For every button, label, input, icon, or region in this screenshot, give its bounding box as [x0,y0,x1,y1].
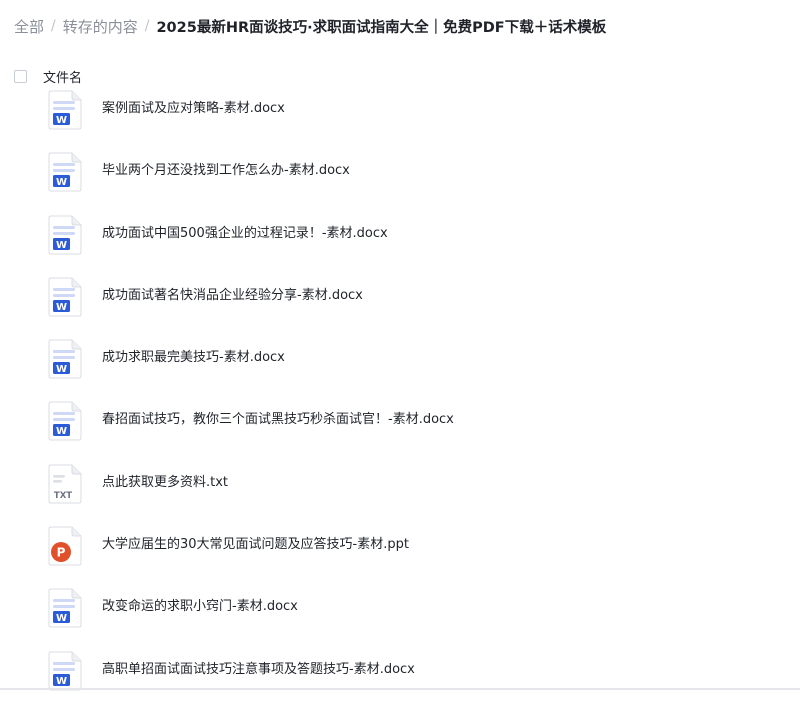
breadcrumb-separator: / [144,18,150,34]
file-row[interactable]: W 高职单招面试面试技巧注意事项及答题技巧-素材.docx [0,645,800,707]
file-row[interactable]: TXT 点此获取更多资料.txt [0,458,800,520]
file-row[interactable]: W 改变命运的求职小窍门-素材.docx [0,582,800,644]
file-name[interactable]: 毕业两个月还没找到工作怎么办-素材.docx [102,159,350,178]
select-all-checkbox[interactable] [14,69,27,83]
file-name[interactable]: 案例面试及应对策略-素材.docx [102,97,285,116]
breadcrumb: 全部 / 转存的内容 / 2025最新HR面谈技巧·求职面试指南大全｜免费PDF… [14,14,606,38]
ppt-file-icon: P [48,526,82,566]
file-type-label: W [56,115,67,126]
breadcrumb-current-folder: 2025最新HR面谈技巧·求职面试指南大全｜免费PDF下载＋话术模板 [156,19,607,36]
file-row[interactable]: W 春招面试技巧，教你三个面试黑技巧秒杀面试官！-素材.docx [0,395,800,457]
file-type-label: W [56,426,67,437]
file-name[interactable]: 改变命运的求职小窍门-素材.docx [102,595,298,614]
docx-file-icon: W [48,401,82,441]
file-type-label: W [56,302,67,313]
file-type-label: W [56,240,67,251]
file-type-label: W [56,613,67,624]
file-row[interactable]: W 成功求职最完美技巧-素材.docx [0,333,800,395]
docx-file-icon: W [48,277,82,317]
docx-file-icon: W [48,651,82,691]
breadcrumb-saved-content[interactable]: 转存的内容 [63,16,138,37]
file-type-label: TXT [54,491,72,501]
docx-file-icon: W [48,215,82,255]
file-name[interactable]: 大学应届生的30大常见面试问题及应答技巧-素材.ppt [102,533,409,552]
file-row[interactable]: P 大学应届生的30大常见面试问题及应答技巧-素材.ppt [0,520,800,582]
docx-file-icon: W [48,339,82,379]
file-row[interactable]: W 毕业两个月还没找到工作怎么办-素材.docx [0,146,800,208]
txt-file-icon: TXT [48,464,82,504]
file-type-label: W [56,177,67,188]
breadcrumb-separator: / [51,18,56,34]
file-row[interactable]: W 成功面试著名快消品企业经验分享-素材.docx [0,271,800,333]
docx-file-icon: W [48,152,82,192]
breadcrumb-all[interactable]: 全部 [14,16,44,37]
file-name[interactable]: 成功面试中国500强企业的过程记录！-素材.docx [102,222,388,241]
file-name[interactable]: 春招面试技巧，教你三个面试黑技巧秒杀面试官！-素材.docx [102,408,454,427]
filename-column-header: 文件名 [43,70,83,86]
file-list-header: 文件名 [14,66,82,86]
file-row[interactable]: W 案例面试及应对策略-素材.docx [0,84,800,146]
file-type-label: P [57,546,66,560]
file-list: W 案例面试及应对策略-素材.docx W 毕业两个月还没找到工作怎么办-素材.doc… [0,84,800,707]
file-name[interactable]: 成功求职最完美技巧-素材.docx [102,346,285,365]
file-row[interactable]: W 成功面试中国500强企业的过程记录！-素材.docx [0,209,800,271]
docx-file-icon: W [48,588,82,628]
docx-file-icon: W [48,90,82,130]
file-type-label: W [56,676,67,687]
file-name[interactable]: 点此获取更多资料.txt [102,471,228,490]
file-name[interactable]: 成功面试著名快消品企业经验分享-素材.docx [102,284,363,303]
file-type-label: W [56,364,67,375]
file-name[interactable]: 高职单招面试面试技巧注意事项及答题技巧-素材.docx [102,658,415,677]
